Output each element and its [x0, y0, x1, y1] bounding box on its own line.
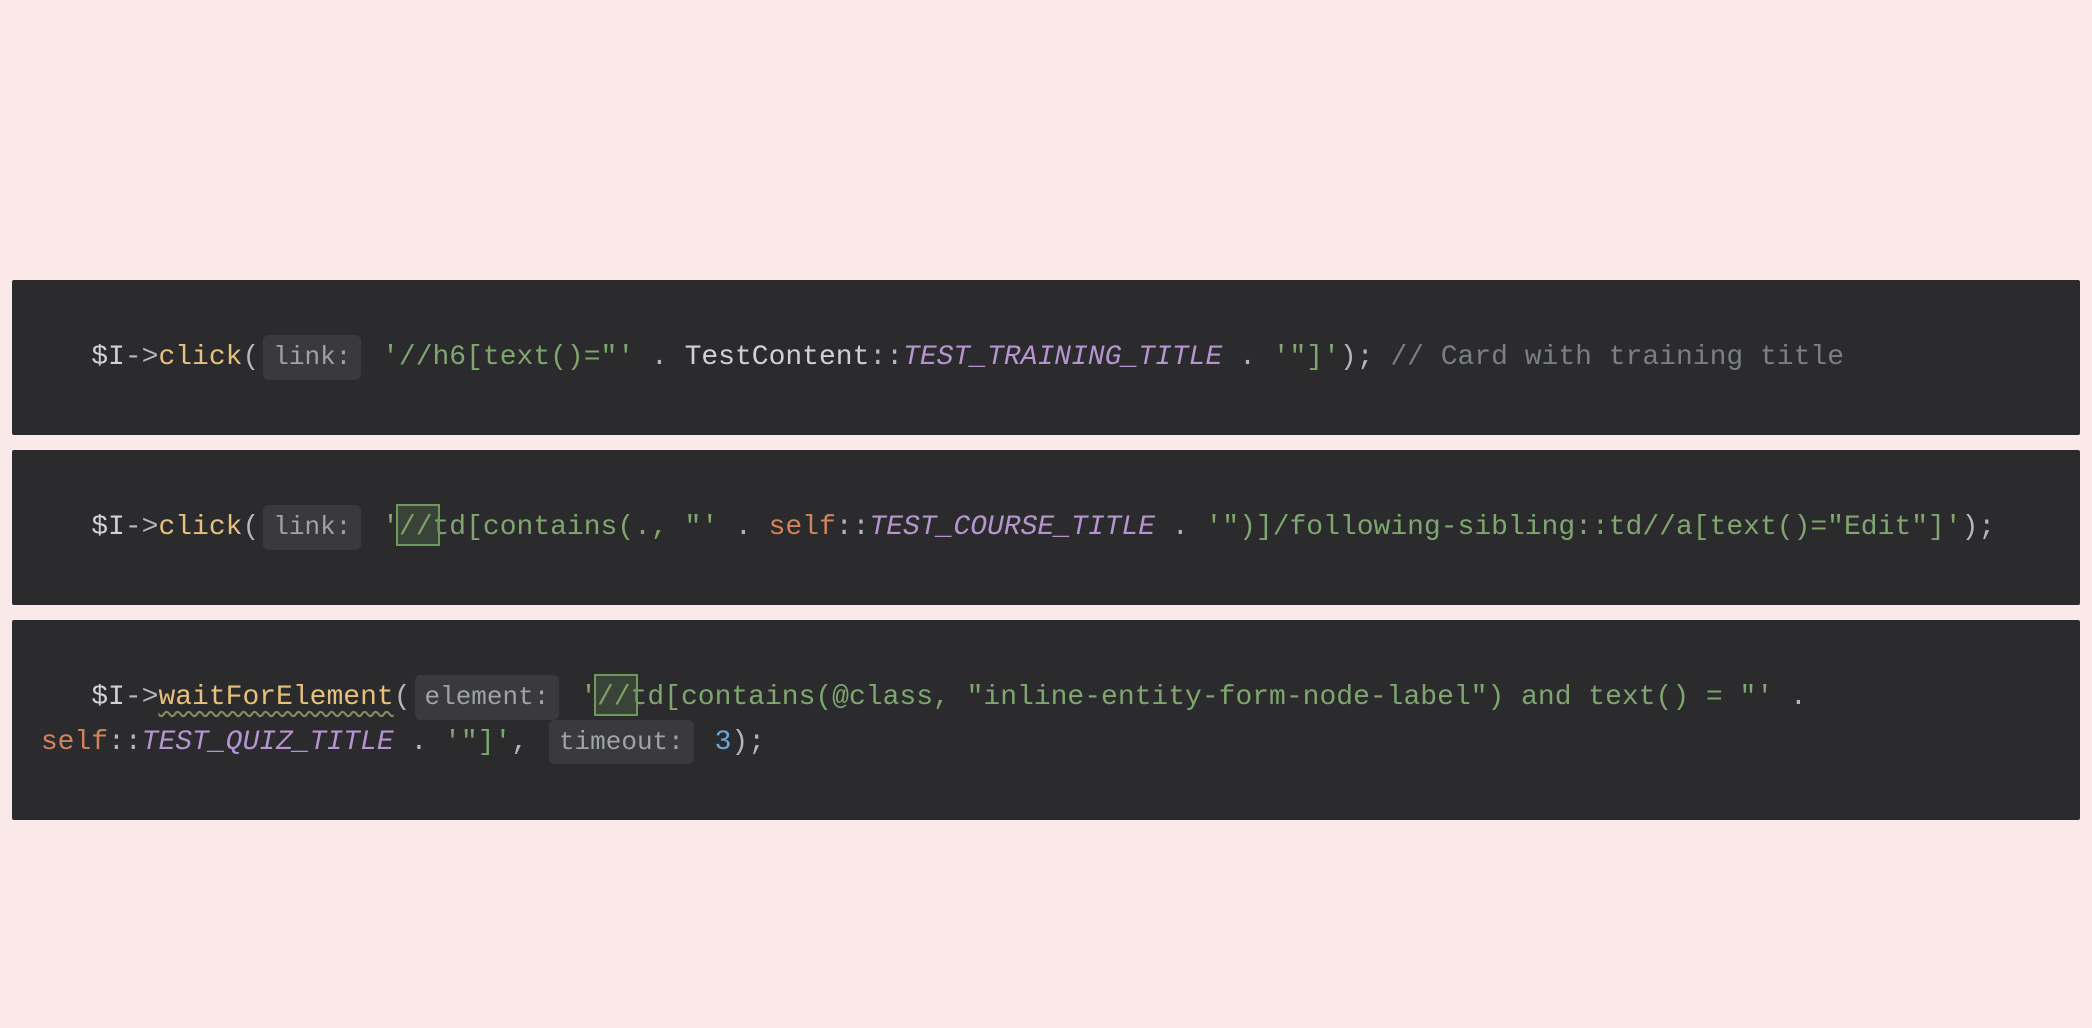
- token-end: );: [1340, 342, 1374, 373]
- token-constant: TEST_TRAINING_TITLE: [903, 342, 1222, 373]
- token-concat: .: [1155, 512, 1205, 543]
- token-string: '"]': [1273, 342, 1340, 373]
- token-scope: ::: [108, 727, 142, 758]
- token-arrow: ->: [125, 342, 159, 373]
- highlight-overlay: '//td[contains(@class, "inline-entity-fo…: [580, 676, 1773, 719]
- param-hint-link: link:: [263, 505, 361, 549]
- token-comma: ,: [511, 727, 545, 758]
- token-string: '//h6[text()="': [382, 342, 634, 373]
- param-hint-element: element:: [415, 675, 560, 719]
- code-snippet-2: $I->click(link: '//td[contains(., "' . s…: [12, 450, 2080, 605]
- token-paren-open: (: [394, 682, 411, 713]
- token-scope: ::: [869, 342, 903, 373]
- token-end: );: [731, 727, 765, 758]
- token-concat: .: [634, 342, 684, 373]
- token-constant: TEST_COURSE_TITLE: [869, 512, 1155, 543]
- token-concat: .: [394, 727, 444, 758]
- code-snippet-1: $I->click(link: '//h6[text()="' . TestCo…: [12, 280, 2080, 435]
- token-function: click: [158, 342, 242, 373]
- token-end: );: [1962, 512, 1996, 543]
- token-keyword-self: self: [41, 727, 108, 758]
- token-concat: .: [1222, 342, 1272, 373]
- token-arrow: ->: [125, 512, 159, 543]
- param-hint-timeout: timeout:: [549, 720, 694, 764]
- code-line: $I->click(link: '//h6[text()="' . TestCo…: [24, 292, 2068, 423]
- token-constant: TEST_QUIZ_TITLE: [142, 727, 394, 758]
- param-hint-link: link:: [263, 335, 361, 379]
- token-function: click: [158, 512, 242, 543]
- token-paren-open: (: [242, 512, 259, 543]
- token-string: '")]/following-sibling::td//a[text()="Ed…: [1205, 512, 1961, 543]
- token-keyword-self: self: [769, 512, 836, 543]
- token-comment: // Card with training title: [1374, 342, 1844, 373]
- token-string: '//td[contains(., "': [382, 512, 718, 543]
- token-arrow: ->: [125, 682, 159, 713]
- token-function-warning: waitForElement: [158, 682, 393, 713]
- token-variable: $I: [91, 512, 125, 543]
- code-line: $I->waitForElement(element: '//td[contai…: [24, 632, 2068, 808]
- token-paren-open: (: [242, 342, 259, 373]
- token-concat: .: [1773, 682, 1823, 713]
- token-variable: $I: [91, 682, 125, 713]
- token-string: '//td[contains(@class, "inline-entity-fo…: [580, 682, 1773, 713]
- highlight-overlay: '//td[contains(., "': [382, 506, 718, 549]
- token-number: 3: [715, 727, 732, 758]
- code-line: $I->click(link: '//td[contains(., "' . s…: [24, 462, 2068, 593]
- token-scope: ::: [836, 512, 870, 543]
- code-snippet-3: $I->waitForElement(element: '//td[contai…: [12, 620, 2080, 820]
- token-indent: [24, 727, 41, 758]
- token-concat: .: [718, 512, 768, 543]
- token-string: '"]': [444, 727, 511, 758]
- token-variable: $I: [91, 342, 125, 373]
- token-class: TestContent: [685, 342, 870, 373]
